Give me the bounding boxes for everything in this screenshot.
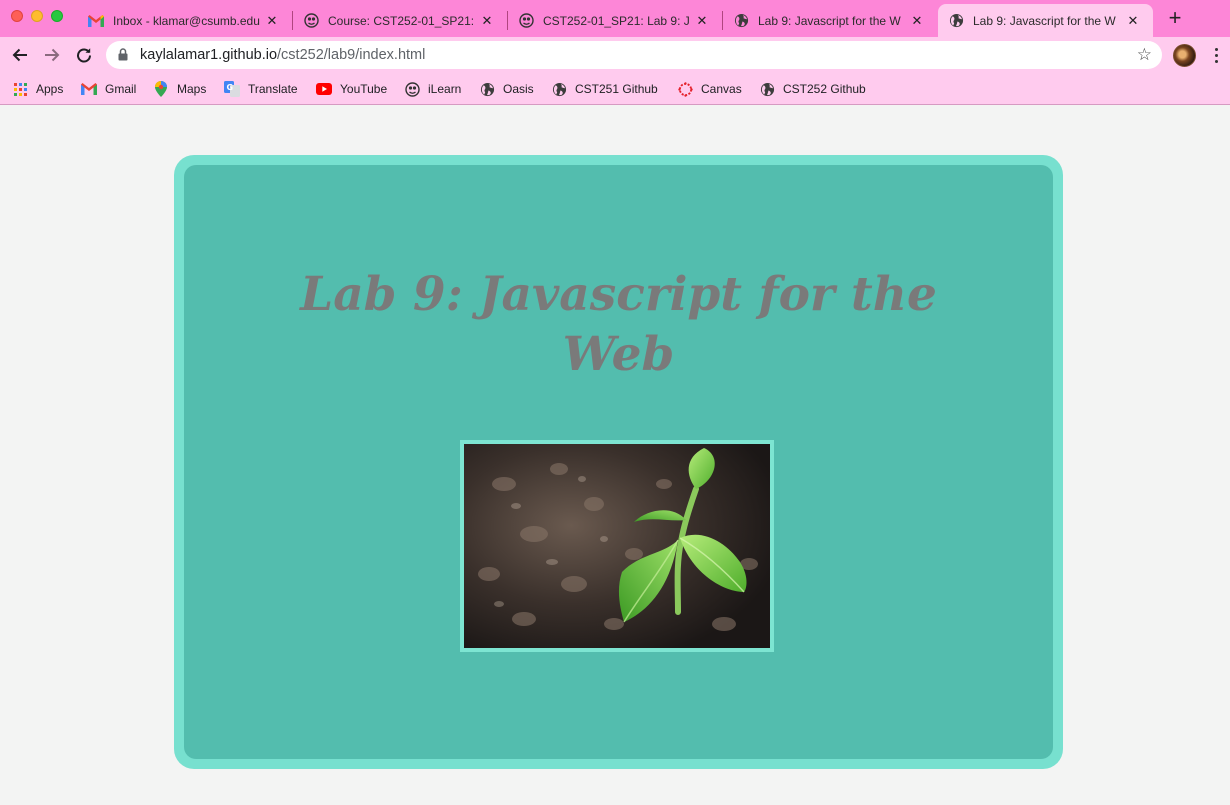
globe-icon (759, 81, 775, 97)
bookmark-label: Gmail (105, 82, 137, 96)
bookmark-oasis[interactable]: Oasis (479, 79, 534, 99)
profile-avatar[interactable] (1173, 44, 1196, 67)
bookmark-cst252-github[interactable]: CST252 Github (759, 79, 866, 99)
image-frame (460, 440, 774, 652)
tab-inbox[interactable]: Inbox - klamar@csumb.edu ✕ (78, 4, 292, 37)
ilearn-icon (518, 13, 534, 29)
close-icon[interactable]: ✕ (264, 13, 280, 29)
bookmark-label: YouTube (340, 82, 388, 96)
youtube-icon (316, 81, 332, 97)
bookmark-label: Translate (248, 82, 298, 96)
ilearn-icon (303, 13, 319, 29)
close-icon[interactable]: ✕ (909, 13, 925, 29)
page-title: Lab 9: Javascript for the Web (300, 267, 937, 382)
globe-icon (948, 13, 964, 29)
back-button[interactable] (6, 41, 34, 69)
tab-strip: Inbox - klamar@csumb.edu ✕ Course: CST25… (0, 0, 1230, 37)
url-path: /cst252/lab9/index.html (277, 47, 426, 63)
arrow-left-icon (12, 48, 27, 62)
globe-icon (733, 13, 749, 29)
new-tab-button[interactable]: + (1164, 7, 1186, 29)
close-icon[interactable]: ✕ (479, 13, 495, 29)
bookmark-canvas[interactable]: Canvas (677, 79, 742, 99)
tab-course[interactable]: Course: CST252-01_SP21: ✕ (293, 4, 507, 37)
menu-kebab-icon[interactable] (1208, 44, 1224, 66)
bookmark-label: Canvas (701, 82, 742, 96)
lock-icon[interactable] (118, 48, 128, 66)
bookmark-maps[interactable]: Maps (153, 79, 206, 99)
bookmark-label: CST252 Github (783, 82, 866, 96)
close-icon[interactable]: ✕ (694, 13, 710, 29)
tab-title: Course: CST252-01_SP21: (328, 13, 475, 28)
close-icon[interactable]: ✕ (1125, 13, 1141, 29)
bookmark-label: iLearn (428, 82, 462, 96)
browser-toolbar: kaylalamar1.github.io/cst252/lab9/index.… (0, 37, 1230, 73)
reload-button[interactable] (70, 41, 98, 69)
bookmark-star-icon[interactable]: ☆ (1137, 45, 1152, 65)
svg-text:G: G (227, 83, 234, 92)
reload-icon (77, 48, 91, 63)
tab-title: Lab 9: Javascript for the W (973, 13, 1116, 28)
ilearn-icon (404, 81, 420, 97)
address-bar[interactable]: kaylalamar1.github.io/cst252/lab9/index.… (106, 41, 1162, 69)
content-card-inner: Lab 9: Javascript for the Web (184, 165, 1053, 759)
globe-icon (551, 81, 567, 97)
bookmark-label: Maps (177, 82, 207, 96)
bookmark-label: Apps (36, 82, 64, 96)
globe-icon (479, 81, 495, 97)
arrow-right-icon (45, 48, 60, 62)
bookmark-apps[interactable]: Apps (12, 79, 63, 99)
bookmark-ilearn[interactable]: iLearn (404, 79, 461, 99)
tab-title: Inbox - klamar@csumb.edu (113, 13, 260, 28)
window-close-button[interactable] (11, 10, 23, 22)
tab-title: CST252-01_SP21: Lab 9: J (543, 13, 690, 28)
maps-pin-icon (153, 81, 169, 97)
seedling-image (464, 444, 770, 648)
translate-icon: G (224, 81, 240, 97)
bookmarks-bar: Apps Gmail Maps G Translate YouTube iLea… (0, 73, 1230, 105)
window-minimize-button[interactable] (31, 10, 43, 22)
gmail-icon (88, 13, 104, 29)
tab-lab9-ilearn[interactable]: CST252-01_SP21: Lab 9: J ✕ (508, 4, 722, 37)
window-zoom-button[interactable] (51, 10, 63, 22)
url-host: kaylalamar1.github.io (140, 47, 278, 63)
bookmark-label: Oasis (503, 82, 534, 96)
gmail-icon (81, 81, 97, 97)
bookmark-gmail[interactable]: Gmail (81, 79, 136, 99)
canvas-icon (677, 81, 693, 97)
bookmark-youtube[interactable]: YouTube (316, 79, 387, 99)
bookmark-translate[interactable]: G Translate (224, 79, 298, 99)
tab-title: Lab 9: Javascript for the W (758, 13, 901, 28)
apps-grid-icon (12, 81, 28, 97)
bookmark-label: CST251 Github (575, 82, 658, 96)
forward-button[interactable] (38, 41, 66, 69)
content-card: Lab 9: Javascript for the Web (174, 155, 1063, 769)
tab-lab9-web-active[interactable]: Lab 9: Javascript for the W ✕ (938, 4, 1153, 37)
tab-lab9-web[interactable]: Lab 9: Javascript for the W ✕ (723, 4, 937, 37)
url-text[interactable]: kaylalamar1.github.io/cst252/lab9/index.… (140, 47, 425, 63)
bookmark-cst251-github[interactable]: CST251 Github (551, 79, 658, 99)
